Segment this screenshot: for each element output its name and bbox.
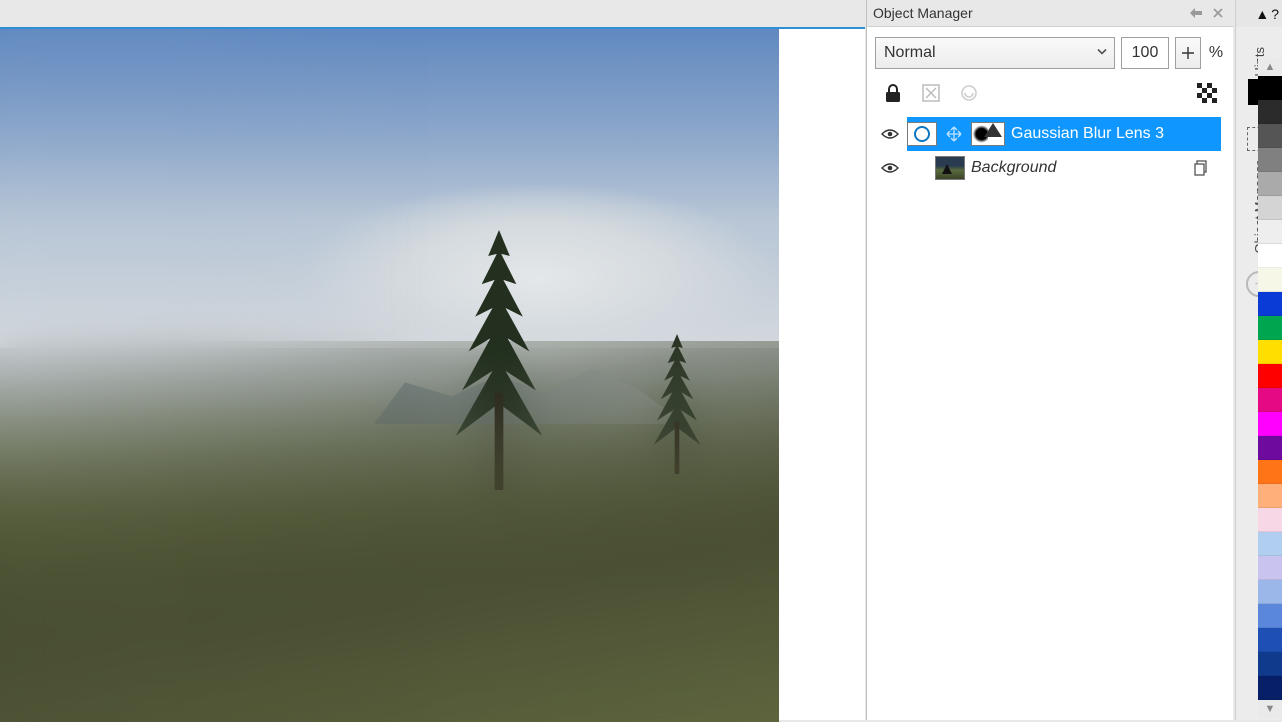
- color-swatch[interactable]: [1258, 628, 1282, 652]
- color-swatch[interactable]: [1258, 412, 1282, 436]
- color-swatch[interactable]: [1258, 76, 1282, 100]
- lock-row: [875, 79, 1225, 117]
- color-swatch[interactable]: [1258, 268, 1282, 292]
- strip-top: ▲ ?: [1236, 0, 1282, 27]
- new-from-background-icon[interactable]: [1191, 160, 1213, 176]
- color-swatch[interactable]: [1258, 148, 1282, 172]
- color-swatch[interactable]: [1258, 100, 1282, 124]
- collapse-icon[interactable]: [1187, 4, 1205, 22]
- color-swatch[interactable]: [1258, 532, 1282, 556]
- opacity-unit: %: [1207, 44, 1225, 62]
- visibility-toggle[interactable]: [879, 162, 901, 174]
- layer-name: Gaussian Blur Lens 3: [1011, 125, 1164, 143]
- link-mask-icon[interactable]: [943, 126, 965, 142]
- opacity-stepper[interactable]: [1175, 37, 1201, 69]
- color-swatch[interactable]: [1258, 244, 1282, 268]
- merge-mode-select[interactable]: Normal: [875, 37, 1115, 69]
- merge-mode-value: Normal: [884, 44, 936, 62]
- help-icon[interactable]: ?: [1271, 6, 1279, 22]
- palette-down-icon[interactable]: ▼: [1258, 700, 1282, 718]
- color-swatch[interactable]: [1258, 604, 1282, 628]
- color-swatch[interactable]: [1258, 316, 1282, 340]
- color-swatch[interactable]: [1258, 292, 1282, 316]
- color-swatch[interactable]: [1258, 556, 1282, 580]
- pointer-icon: ▲: [1255, 6, 1269, 22]
- top-toolbar: [0, 0, 865, 27]
- panel-header[interactable]: Object Manager: [867, 0, 1233, 27]
- chevron-down-icon: [1096, 46, 1108, 61]
- color-swatch[interactable]: [1258, 436, 1282, 460]
- clip-to-parent-icon[interactable]: [917, 79, 945, 107]
- blur-mask-bottom: [0, 341, 779, 722]
- layer-name: Background: [971, 159, 1056, 177]
- color-swatch[interactable]: [1258, 340, 1282, 364]
- color-swatch[interactable]: [1258, 388, 1282, 412]
- color-swatch[interactable]: [1258, 484, 1282, 508]
- canvas-area[interactable]: [0, 27, 865, 720]
- layer-selection-strip: Gaussian Blur Lens 3: [907, 117, 1221, 151]
- color-swatch[interactable]: [1258, 364, 1282, 388]
- opacity-input[interactable]: 100: [1121, 37, 1169, 69]
- color-swatch[interactable]: [1258, 220, 1282, 244]
- blend-opacity-row: Normal 100 %: [875, 37, 1225, 69]
- panel-title: Object Manager: [873, 5, 973, 21]
- color-swatch[interactable]: [1258, 196, 1282, 220]
- color-swatch[interactable]: [1258, 172, 1282, 196]
- color-swatch[interactable]: [1258, 124, 1282, 148]
- color-swatch[interactable]: [1258, 652, 1282, 676]
- color-swatch[interactable]: [1258, 676, 1282, 700]
- document-image[interactable]: [0, 29, 779, 722]
- lens-thumb-icon[interactable]: [907, 122, 937, 146]
- layer-list: Gaussian Blur Lens 3 Background: [875, 117, 1225, 185]
- layer-strip: Background: [907, 151, 1221, 185]
- close-icon[interactable]: [1209, 4, 1227, 22]
- color-swatch[interactable]: [1258, 460, 1282, 484]
- mask-thumb-icon[interactable]: [971, 122, 1005, 146]
- transparency-grid-icon[interactable]: [1193, 79, 1221, 107]
- opacity-value: 100: [1132, 44, 1159, 62]
- object-manager-panel: Object Manager Normal 100 %: [866, 0, 1233, 720]
- visibility-toggle[interactable]: [879, 128, 901, 140]
- color-swatch[interactable]: [1258, 580, 1282, 604]
- palette-up-icon[interactable]: ▲: [1258, 58, 1282, 76]
- layer-row-lens[interactable]: Gaussian Blur Lens 3: [875, 117, 1225, 151]
- clip-mask-icon[interactable]: [955, 79, 983, 107]
- panel-body: Normal 100 %: [867, 27, 1233, 720]
- layer-row-background[interactable]: Background: [875, 151, 1225, 185]
- color-palette: ▲ ▼: [1258, 58, 1282, 718]
- background-thumb-icon[interactable]: [935, 156, 965, 180]
- color-swatch[interactable]: [1258, 508, 1282, 532]
- lock-icon[interactable]: [879, 79, 907, 107]
